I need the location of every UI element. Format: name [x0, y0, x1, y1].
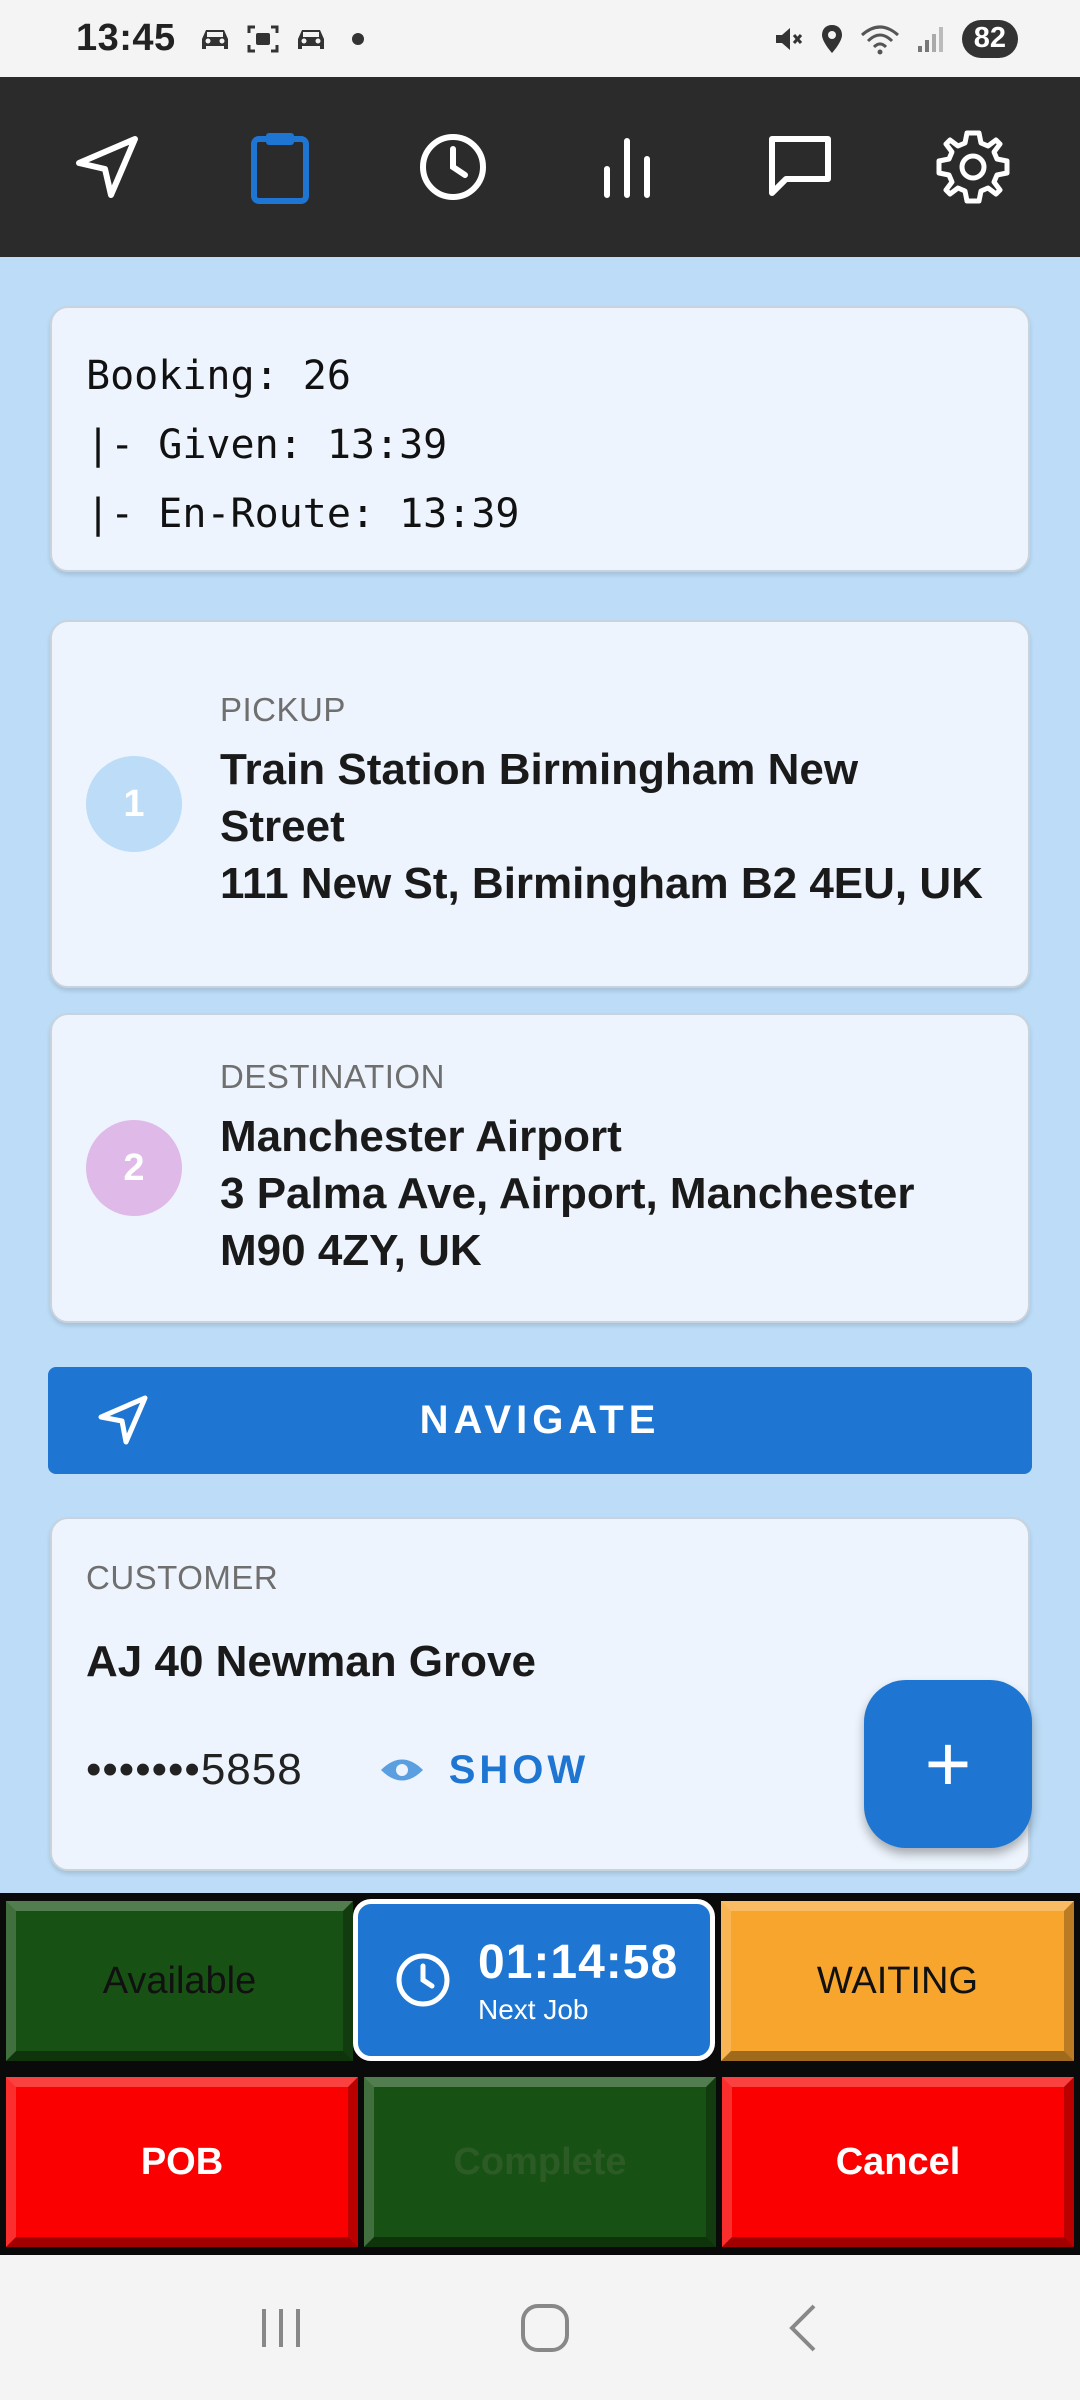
- available-label: Available: [102, 1959, 257, 2002]
- status-bar: 13:45 82: [0, 0, 1080, 77]
- destination-card[interactable]: 2 DESTINATION Manchester Airport 3 Palma…: [50, 1013, 1030, 1323]
- destination-label: DESTINATION: [220, 1057, 445, 1095]
- clock-icon: [396, 1953, 450, 2007]
- booking-number: Booking: 26: [86, 353, 351, 399]
- system-navigation-bar: [0, 2255, 1080, 2400]
- top-navigation-bar: [0, 77, 1080, 257]
- waiting-button[interactable]: WAITING: [721, 1901, 1074, 2061]
- clipboard-icon: [250, 133, 309, 204]
- pickup-label: PICKUP: [220, 690, 346, 728]
- wifi-icon: [860, 25, 899, 54]
- gear-icon: [936, 130, 1010, 204]
- pickup-address: Train Station Birmingham New Street 111 …: [220, 744, 983, 908]
- navigation-icon: [98, 1395, 148, 1445]
- mute-icon: [775, 27, 802, 50]
- back-icon[interactable]: [784, 2300, 824, 2356]
- complete-button[interactable]: Complete: [364, 2077, 716, 2247]
- waiting-label: WAITING: [816, 1959, 979, 2002]
- show-phone-button[interactable]: SHOW: [379, 1748, 589, 1793]
- status-action-grid: Available 01:14:58 Next Job WAITING POB …: [0, 1893, 1080, 2255]
- customer-phone: •••••••5858: [86, 1745, 303, 1794]
- screen-record-icon: [247, 25, 279, 52]
- add-fab-button[interactable]: +: [864, 1680, 1032, 1848]
- cancel-label: Cancel: [835, 2140, 961, 2183]
- timer-label: Next Job: [478, 1993, 589, 2025]
- nav-tab-navigation[interactable]: [57, 117, 157, 217]
- complete-label: Complete: [453, 2140, 627, 2183]
- navigate-button[interactable]: NAVIGATE: [48, 1367, 1032, 1474]
- nav-tab-messages[interactable]: [750, 117, 850, 217]
- location-icon: [821, 24, 842, 53]
- show-label: SHOW: [448, 1747, 590, 1792]
- cancel-button[interactable]: Cancel: [722, 2077, 1074, 2247]
- status-time: 13:45: [76, 17, 176, 59]
- car-icon: [201, 29, 228, 49]
- battery-indicator: 82: [961, 19, 1018, 58]
- nav-tab-history[interactable]: [403, 117, 503, 217]
- pob-label: POB: [140, 2140, 224, 2183]
- navigate-label: NAVIGATE: [419, 1398, 661, 1442]
- notification-dot: [351, 32, 364, 45]
- pickup-card[interactable]: 1 PICKUP Train Station Birmingham New St…: [50, 620, 1030, 988]
- recent-apps-icon[interactable]: [256, 2303, 306, 2353]
- customer-label: CUSTOMER: [86, 1559, 279, 1596]
- booking-given-time: |- Given: 13:39: [86, 422, 448, 468]
- nav-tab-settings[interactable]: [923, 117, 1023, 217]
- navigation-icon: [75, 136, 138, 198]
- available-button[interactable]: Available: [6, 1901, 353, 2061]
- booking-enroute-time: |- En-Route: 13:39: [86, 491, 520, 537]
- nav-tab-jobs[interactable]: [230, 117, 330, 217]
- eye-icon: [380, 1759, 423, 1781]
- home-icon[interactable]: [517, 2300, 573, 2356]
- signal-icon: [917, 26, 943, 52]
- pickup-number-badge: 1: [86, 756, 182, 852]
- plus-icon: +: [924, 1719, 972, 1808]
- nav-tab-stats[interactable]: [577, 117, 677, 217]
- customer-name: AJ 40 Newman Grove: [86, 1637, 536, 1686]
- timer-countdown: 01:14:58: [478, 1935, 679, 1989]
- clock-icon: [420, 134, 487, 200]
- chat-icon: [768, 136, 831, 196]
- next-job-timer-button[interactable]: 01:14:58 Next Job: [353, 1899, 715, 2061]
- pob-button[interactable]: POB: [6, 2077, 358, 2247]
- destination-address: Manchester Airport 3 Palma Ave, Airport,…: [220, 1111, 915, 1275]
- destination-number-badge: 2: [86, 1120, 182, 1216]
- booking-info-card: Booking: 26 |- Given: 13:39 |- En-Route:…: [50, 306, 1030, 572]
- car-icon: [297, 29, 324, 49]
- bar-chart-icon: [603, 138, 650, 198]
